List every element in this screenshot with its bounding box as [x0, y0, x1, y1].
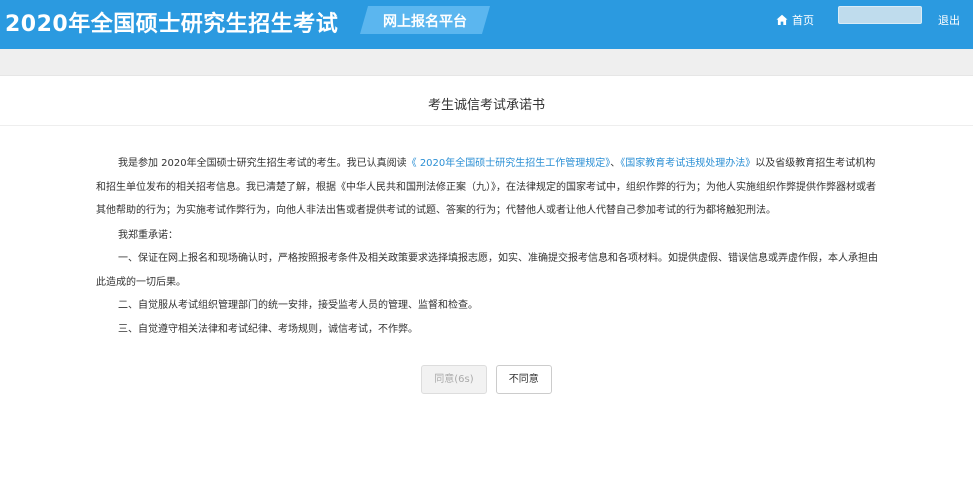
user-name-box [838, 6, 922, 24]
promise-item-2: 二、自觉服从考试组织管理部门的统一安排，接受监考人员的管理、监督和检查。 [118, 300, 478, 311]
regulation-link-1[interactable]: 《 2020年全国硕士研究生招生工作管理规定》 [407, 158, 611, 169]
pledge-paragraph-1: 我是参加 2020年全国硕士研究生招生考试的考生。我已认真阅读《 2020年全国… [96, 152, 885, 223]
promise-item-3: 三、自觉遵守相关法律和考试纪律、考场规则，诚信考试，不作弊。 [118, 323, 418, 335]
page-title: 考生诚信考试承诺书 [427, 98, 545, 113]
pledge-content: 我是参加 2020年全国硕士研究生招生考试的考生。我已认真阅读《 2020年全国… [0, 126, 973, 341]
promise-intro: 我郑重承诺： [118, 229, 178, 241]
action-buttons: 同意(6s) 不同意 [0, 365, 973, 394]
sub-header-band [0, 49, 973, 76]
home-label: 首页 [792, 14, 814, 27]
home-link[interactable]: 首页 [776, 12, 814, 28]
link-separator: 、 [610, 158, 621, 169]
regulation-link-2[interactable]: 《国家教育考试违规处理办法》 [620, 158, 755, 169]
title-row: 考生诚信考试承诺书 [0, 76, 973, 126]
logout-link[interactable]: 退出 [938, 12, 960, 28]
pledge-text-intro: 我是参加 2020年全国硕士研究生招生考试的考生。我已认真阅读 [118, 158, 407, 169]
agree-button[interactable]: 同意(6s) [421, 365, 487, 394]
disagree-button[interactable]: 不同意 [495, 365, 552, 394]
platform-label: 网上报名平台 [383, 14, 467, 30]
promise-item-1: 一、保证在网上报名和现场确认时，严格按照报考条件及相关政策要求选择填报志愿，如实… [96, 253, 878, 288]
brand-title: 2020年全国硕士研究生招生考试 [5, 12, 339, 37]
top-header: 2020年全国硕士研究生招生考试 网上报名平台 首页 退出 [0, 0, 973, 49]
home-icon [776, 14, 788, 25]
